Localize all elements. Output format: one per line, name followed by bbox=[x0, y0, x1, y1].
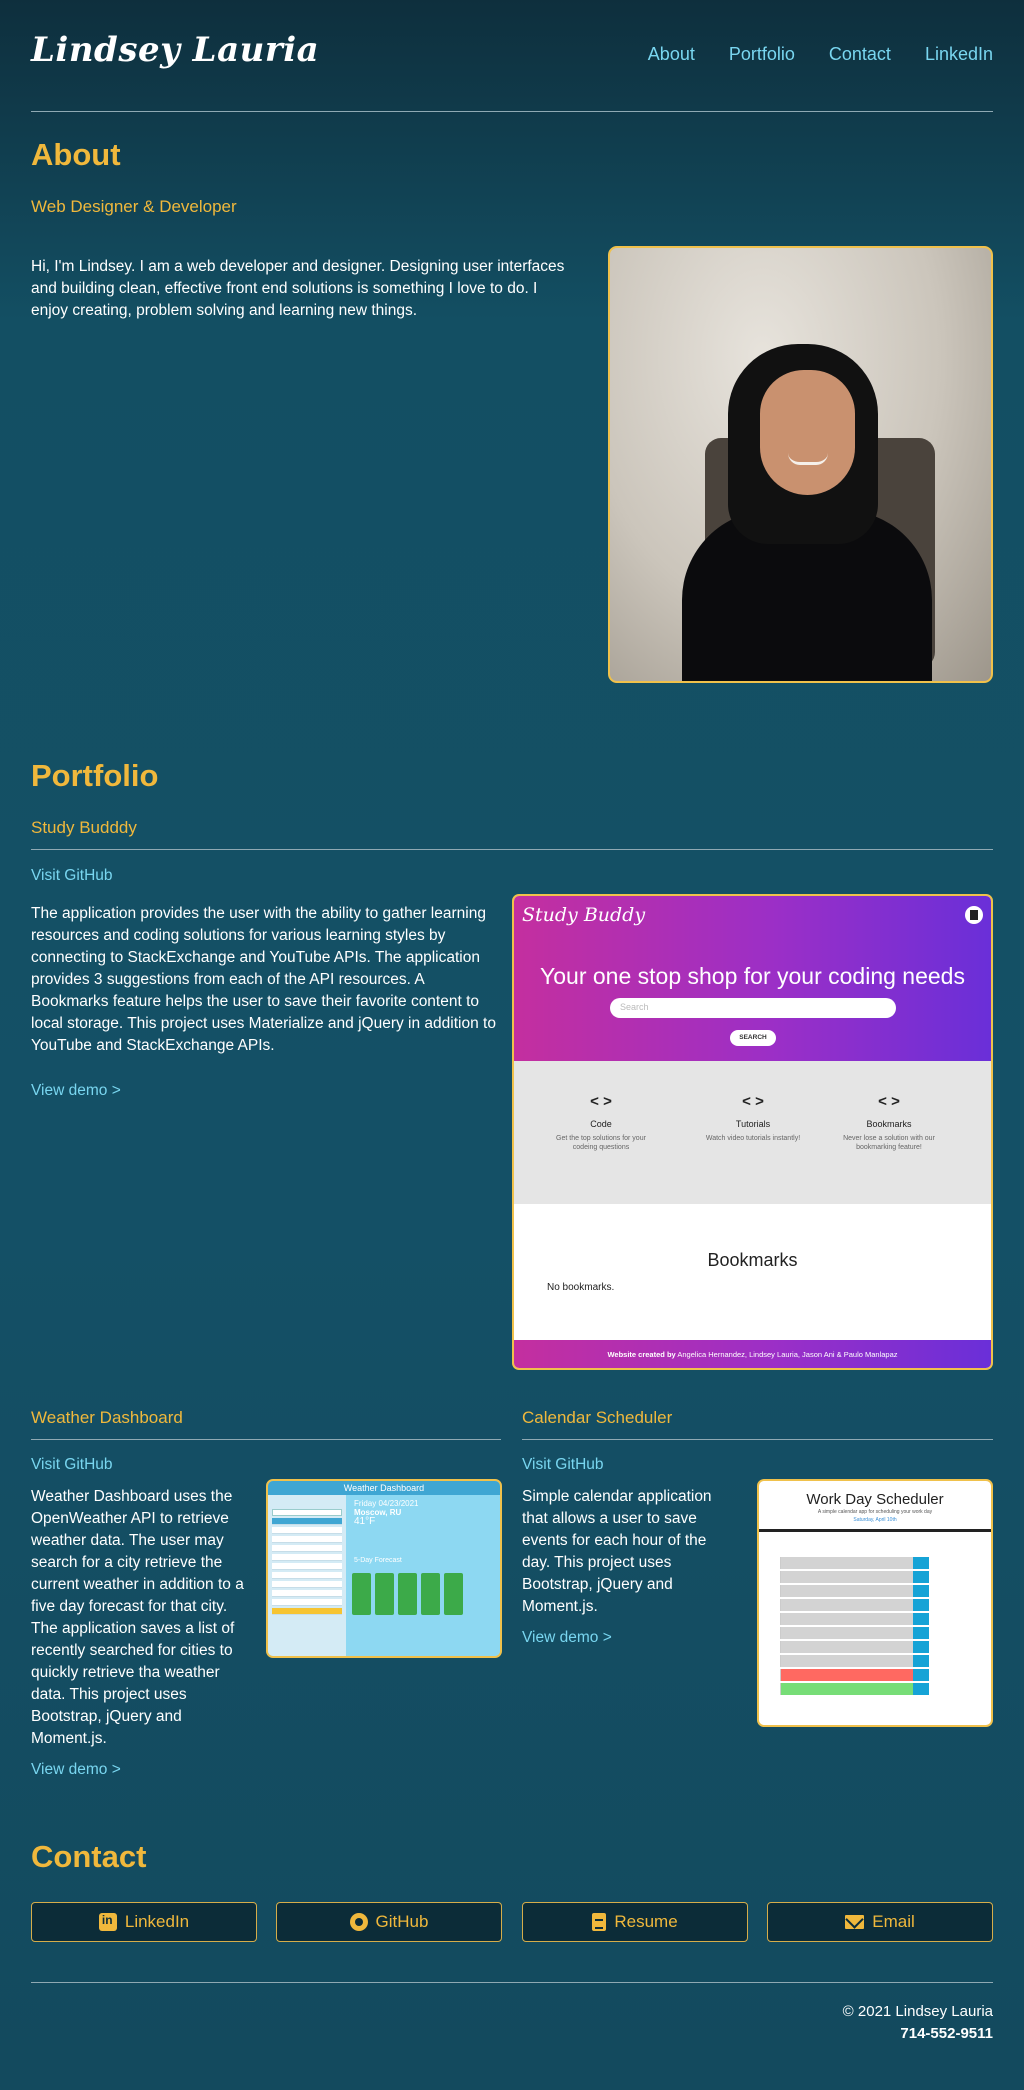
nav-contact[interactable]: Contact bbox=[829, 44, 891, 65]
feature-tutorials: < > Tutorials Watch video tutorials inst… bbox=[698, 1093, 808, 1143]
feature-bookmarks: < > Bookmarks Never lose a solution with… bbox=[834, 1093, 944, 1152]
forecast-label: 5-Day Forecast bbox=[354, 1557, 402, 1564]
hour-row bbox=[769, 1599, 929, 1612]
nav-portfolio[interactable]: Portfolio bbox=[729, 44, 795, 65]
study-buddy-demo-link[interactable]: View demo > bbox=[31, 1082, 121, 1100]
weather-github-link[interactable]: Visit GitHub bbox=[31, 1456, 113, 1474]
scheduler-date: Saturday, April 10th bbox=[853, 1517, 897, 1523]
profile-photo bbox=[608, 246, 993, 683]
study-buddy-headline: Your one stop shop for your coding needs bbox=[540, 963, 965, 989]
study-buddy-description: The application provides the user with t… bbox=[31, 905, 496, 1054]
hour-row bbox=[769, 1641, 929, 1654]
study-buddy-footer: Website created by Angelica Hernandez, L… bbox=[514, 1340, 991, 1368]
calendar-github-link[interactable]: Visit GitHub bbox=[522, 1456, 604, 1474]
hour-row bbox=[769, 1655, 929, 1668]
study-buddy-search-input: Search bbox=[610, 998, 896, 1018]
forecast-day bbox=[375, 1573, 394, 1615]
bookmarks-title: Bookmarks bbox=[707, 1250, 798, 1270]
footer-phone: 714-552-9511 bbox=[900, 2025, 993, 2042]
weather-current: Friday 04/23/2021 Moscow, RU 41°F bbox=[354, 1499, 419, 1527]
hour-row bbox=[769, 1669, 929, 1682]
hour-row bbox=[769, 1571, 929, 1584]
contact-heading: Contact bbox=[31, 1839, 147, 1874]
study-buddy-github-link[interactable]: Visit GitHub bbox=[31, 867, 113, 885]
site-logo[interactable]: Lindsey Lauria bbox=[31, 30, 319, 70]
project-title-study-buddy: Study Budddy bbox=[31, 818, 137, 837]
hour-row bbox=[769, 1557, 929, 1570]
weather-sidebar bbox=[268, 1495, 346, 1656]
code-icon: < > bbox=[590, 1093, 612, 1110]
contact-email-button[interactable]: Email bbox=[767, 1902, 993, 1942]
footer-divider bbox=[31, 1982, 993, 1983]
about-bio: Hi, I'm Lindsey. I am a web developer an… bbox=[31, 258, 565, 319]
code-icon: < > bbox=[878, 1093, 900, 1110]
linkedin-icon bbox=[98, 1913, 117, 1931]
study-buddy-search-button: SEARCH bbox=[730, 1030, 776, 1046]
header-divider bbox=[31, 111, 993, 112]
project-title-weather: Weather Dashboard bbox=[31, 1408, 183, 1427]
scheduler-title: Work Day Scheduler bbox=[806, 1491, 944, 1508]
forecast-day bbox=[352, 1573, 371, 1615]
main-nav: About Portfolio Contact LinkedIn bbox=[648, 44, 993, 65]
bookmarks-empty: No bookmarks. bbox=[547, 1282, 615, 1293]
contact-linkedin-button[interactable]: LinkedIn bbox=[31, 1902, 257, 1942]
study-buddy-screenshot[interactable]: Study Buddy Your one stop shop for your … bbox=[512, 894, 993, 1370]
project-title-calendar: Calendar Scheduler bbox=[522, 1408, 673, 1427]
hour-row bbox=[769, 1585, 929, 1598]
code-icon: < > bbox=[742, 1093, 764, 1110]
about-heading: About bbox=[31, 137, 121, 172]
forecast-day bbox=[398, 1573, 417, 1615]
hour-row bbox=[769, 1683, 929, 1696]
forecast-day bbox=[444, 1573, 463, 1615]
footer-copyright: © 2021 Lindsey Lauria bbox=[842, 2003, 993, 2020]
feature-code: < > Code Get the top solutions for your … bbox=[546, 1093, 656, 1152]
about-subtitle: Web Designer & Developer bbox=[31, 197, 237, 216]
nav-linkedin[interactable]: LinkedIn bbox=[925, 44, 993, 65]
scheduler-subtitle: A simple calendar app for scheduling you… bbox=[817, 1509, 933, 1515]
calendar-demo-link[interactable]: View demo > bbox=[522, 1629, 612, 1647]
calendar-screenshot[interactable]: Work Day Scheduler A simple calendar app… bbox=[757, 1479, 993, 1727]
study-buddy-logo: Study Buddy bbox=[522, 904, 646, 926]
bookmark-icon bbox=[965, 906, 983, 924]
contact-resume-button[interactable]: Resume bbox=[522, 1902, 748, 1942]
portfolio-heading: Portfolio bbox=[31, 758, 159, 793]
weather-demo-link[interactable]: View demo > bbox=[31, 1761, 121, 1779]
weather-description: Weather Dashboard uses the OpenWeather A… bbox=[31, 1488, 244, 1747]
contact-github-button[interactable]: GitHub bbox=[276, 1902, 502, 1942]
github-icon bbox=[349, 1913, 368, 1931]
weather-screenshot[interactable]: Weather Dashboard Friday 04/23/2021 Mosc… bbox=[266, 1479, 502, 1658]
weather-divider bbox=[31, 1439, 501, 1440]
document-icon bbox=[592, 1913, 607, 1931]
weather-app-title: Weather Dashboard bbox=[268, 1481, 500, 1495]
calendar-description: Simple calendar application that allows … bbox=[522, 1488, 712, 1615]
calendar-divider bbox=[522, 1439, 993, 1440]
project-divider bbox=[31, 849, 993, 850]
hour-row bbox=[769, 1627, 929, 1640]
hour-row bbox=[769, 1613, 929, 1626]
forecast-day bbox=[421, 1573, 440, 1615]
nav-about[interactable]: About bbox=[648, 44, 695, 65]
envelope-icon bbox=[845, 1915, 865, 1929]
